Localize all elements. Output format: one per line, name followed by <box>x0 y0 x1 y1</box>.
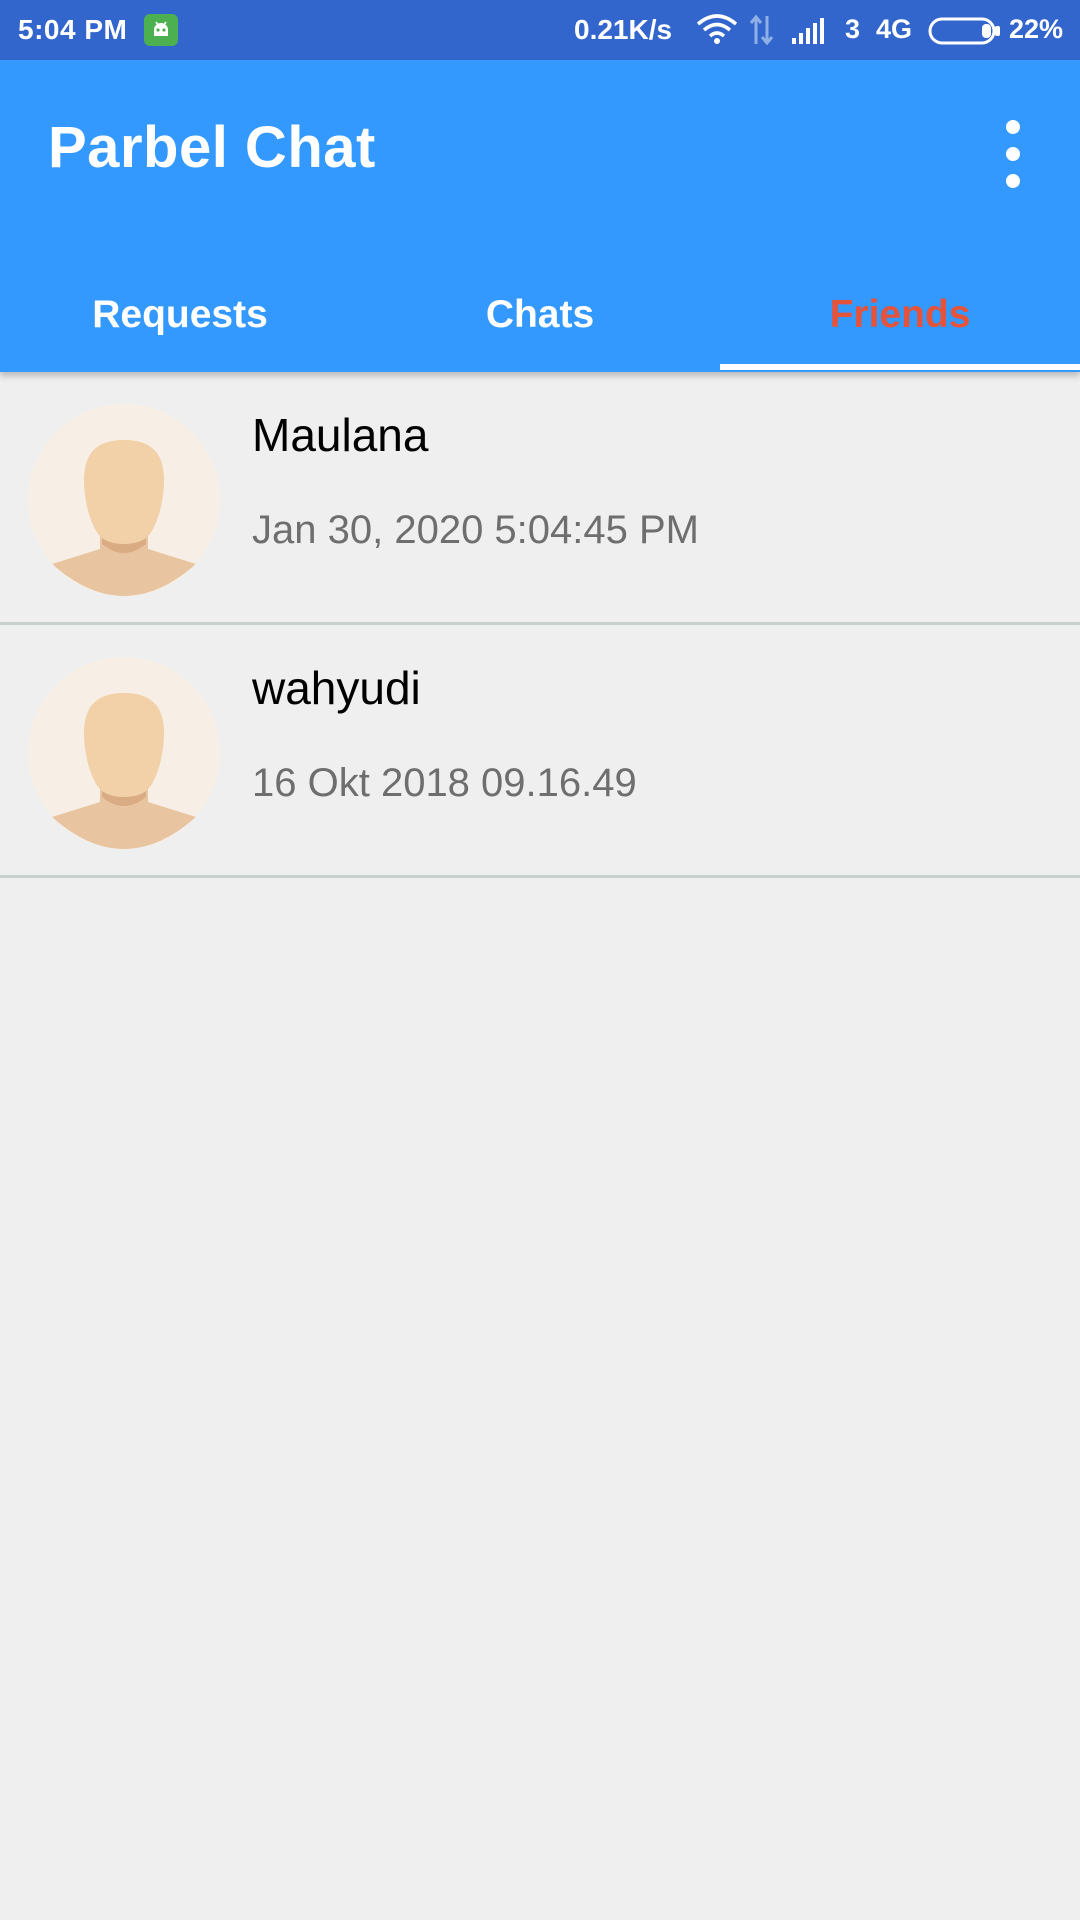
friend-name: Maulana <box>252 409 429 461</box>
battery-icon <box>928 17 1002 50</box>
overflow-menu-icon[interactable] <box>990 112 1038 196</box>
friend-list: Maulana Jan 30, 2020 5:04:45 PM wahyudi … <box>0 372 1080 878</box>
sim-slot-label: 3 <box>845 14 861 44</box>
friend-timestamp: Jan 30, 2020 5:04:45 PM <box>252 508 699 552</box>
friend-timestamp: 16 Okt 2018 09.16.49 <box>252 761 637 805</box>
default-avatar-icon <box>28 657 220 849</box>
app-title: Parbel Chat <box>48 115 376 180</box>
status-time: 5:04 PM <box>18 14 128 45</box>
app-bar: Parbel Chat Requests Chats Friends <box>0 60 1080 372</box>
status-bar: 5:04 PM 0.21K/s 3 4G 22% <box>0 0 1080 60</box>
battery-percent: 22% <box>1009 14 1064 44</box>
tab-indicator <box>720 364 1080 370</box>
friend-name: wahyudi <box>252 662 421 714</box>
tab-chats[interactable]: Chats <box>360 270 720 372</box>
wifi-icon <box>696 14 738 51</box>
default-avatar-icon <box>28 404 220 596</box>
data-arrows-icon <box>748 14 776 51</box>
network-type: 4G <box>876 14 913 44</box>
tab-friends[interactable]: Friends <box>720 270 1080 372</box>
network-speed: 0.21K/s <box>574 14 673 45</box>
signal-icon <box>792 16 832 49</box>
friend-list-item[interactable]: wahyudi 16 Okt 2018 09.16.49 <box>0 625 1080 878</box>
tab-bar: Requests Chats Friends <box>0 270 1080 372</box>
friend-list-item[interactable]: Maulana Jan 30, 2020 5:04:45 PM <box>0 372 1080 625</box>
android-robot-icon <box>144 14 178 46</box>
tab-requests[interactable]: Requests <box>0 270 360 372</box>
